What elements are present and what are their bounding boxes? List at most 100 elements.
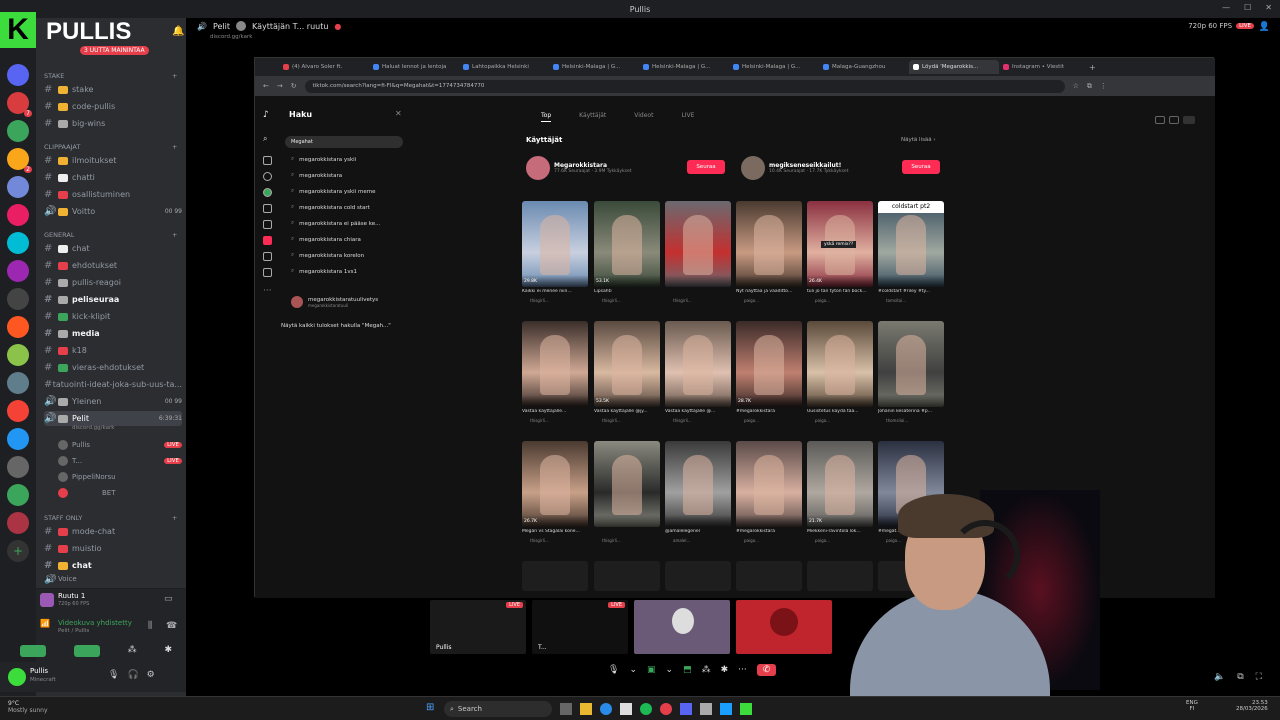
- chevron-down-icon[interactable]: ⌄: [629, 665, 637, 675]
- back-icon[interactable]: ←: [263, 82, 269, 90]
- maximize-icon[interactable]: ☐: [1244, 3, 1251, 12]
- video-card[interactable]: coldstart pt2: [878, 201, 944, 287]
- video-author[interactable]: tomsitai...: [886, 298, 952, 303]
- channel-chat[interactable]: # chat: [44, 241, 182, 256]
- language-indicator[interactable]: ENG FI: [1186, 700, 1198, 712]
- camera-icon[interactable]: ▣: [647, 665, 656, 675]
- more-icon[interactable]: ···: [263, 286, 272, 296]
- camera-button[interactable]: [19, 645, 46, 657]
- stream-thumb[interactable]: [736, 600, 832, 654]
- video-author[interactable]: thomsilai...: [886, 418, 952, 423]
- video-author[interactable]: paiga...: [744, 538, 810, 543]
- video-caption[interactable]: #megarokkistara: [736, 409, 802, 414]
- mic-icon[interactable]: 🎙: [108, 670, 119, 680]
- add-channel-icon[interactable]: +: [172, 514, 177, 522]
- search-suggestion[interactable]: ⌕ megarokkistara korelon: [291, 252, 364, 259]
- follow-button[interactable]: Seuraa: [687, 160, 725, 174]
- toggle-icon[interactable]: [1183, 116, 1195, 124]
- chevron-down-icon[interactable]: ⌄: [666, 665, 674, 675]
- voice-user[interactable]: Pullis LIVE: [58, 440, 182, 450]
- add-channel-icon[interactable]: +: [172, 72, 177, 80]
- video-author[interactable]: thisgirli...: [530, 538, 596, 543]
- browser-tab[interactable]: (4) Alvaro Soler ft.: [279, 60, 369, 74]
- activities-icon[interactable]: ⁂: [128, 645, 137, 657]
- channel-stake[interactable]: # stake: [44, 82, 182, 97]
- minimize-icon[interactable]: —: [1222, 3, 1230, 12]
- server-icon[interactable]: [7, 456, 29, 478]
- search-suggestion[interactable]: ⌕ megarokkistara chiara: [291, 236, 361, 243]
- server-icon[interactable]: [7, 120, 29, 142]
- explorer-icon[interactable]: [580, 703, 592, 715]
- video-card[interactable]: 53.1K: [594, 201, 660, 287]
- activities-icon[interactable]: ⁂: [702, 665, 711, 675]
- menu-icon[interactable]: ⋮: [1100, 82, 1107, 90]
- weather-widget[interactable]: 9°C Mostly sunny: [8, 700, 48, 714]
- server-icon[interactable]: [7, 372, 29, 394]
- new-mentions-badge[interactable]: 3 UUTTA MAININTAA: [80, 46, 149, 55]
- friends-icon[interactable]: [263, 204, 272, 213]
- live-icon[interactable]: [263, 220, 272, 229]
- video-card[interactable]: 53.5K: [594, 321, 660, 407]
- kick-icon[interactable]: [740, 703, 752, 715]
- explore-icon[interactable]: [263, 172, 272, 181]
- server-icon[interactable]: [7, 484, 29, 506]
- video-caption[interactable]: Johanin kesäterina #p...: [878, 409, 944, 414]
- video-author[interactable]: paiga...: [815, 298, 881, 303]
- start-icon[interactable]: ⊞: [426, 702, 434, 713]
- noise-icon[interactable]: ⫼: [148, 621, 152, 631]
- close-icon[interactable]: ✕: [1265, 3, 1272, 12]
- video-author[interactable]: thisgirli...: [673, 418, 739, 423]
- search-suggestion[interactable]: ⌕ megarokkistara: [291, 172, 342, 179]
- category-general[interactable]: GENERAL +: [44, 231, 177, 239]
- server-name[interactable]: PULLIS: [46, 18, 131, 46]
- video-card[interactable]: [807, 321, 873, 407]
- upload-icon[interactable]: [263, 268, 272, 277]
- tiktok-logo-icon[interactable]: ♪: [263, 110, 269, 120]
- toggle-icon[interactable]: [1169, 116, 1179, 124]
- server-icon[interactable]: [7, 260, 29, 282]
- category-staff-only[interactable]: STAFF ONLY +: [44, 514, 177, 522]
- tab-live[interactable]: LIVE: [681, 112, 694, 122]
- tab-users[interactable]: Käyttäjät: [579, 112, 606, 122]
- taskbar-search[interactable]: ⌕ Search: [444, 701, 552, 717]
- taskview-icon[interactable]: [560, 703, 572, 715]
- voice-channel-yleinen[interactable]: 🔊 Yleinen 00 99: [44, 394, 182, 409]
- channel-staff-chat[interactable]: # chat: [44, 558, 182, 573]
- tab-videos[interactable]: Videot: [634, 112, 653, 122]
- server-icon[interactable]: [7, 288, 29, 310]
- popout-icon[interactable]: ▭: [164, 594, 173, 604]
- soundboard-icon[interactable]: ✱: [721, 665, 729, 675]
- spotify-icon[interactable]: [640, 703, 652, 715]
- search-suggestion[interactable]: ⌕ megarokkistara 1vs1: [291, 268, 357, 275]
- clock[interactable]: 23.53 28/03/2026: [1236, 700, 1268, 712]
- soundboard-icon[interactable]: ✱: [165, 645, 173, 657]
- video-author[interactable]: thisgirli...: [530, 298, 596, 303]
- voice-user[interactable]: T... LIVE: [58, 456, 182, 466]
- stream-thumb[interactable]: LIVE Pullis: [430, 600, 526, 654]
- video-card[interactable]: [665, 441, 731, 527]
- browser-tab[interactable]: Helsinki-Malaga | G...: [639, 60, 729, 74]
- video-caption[interactable]: Lipsahti: [594, 289, 660, 294]
- share-screen-icon[interactable]: ⬒: [683, 665, 692, 675]
- messages-icon[interactable]: [263, 236, 272, 245]
- video-author[interactable]: amalel...: [673, 538, 739, 543]
- forward-icon[interactable]: →: [277, 82, 283, 90]
- browser-tab[interactable]: Helsinki-Malaga | G...: [729, 60, 819, 74]
- store-icon[interactable]: [620, 703, 632, 715]
- search-suggestion[interactable]: ⌕ megarokkistara ei pääse ke...: [291, 220, 380, 227]
- server-icon[interactable]: [7, 512, 29, 534]
- user-result[interactable]: megikseneseikkailut! 10.4K Seuraajat · 17…: [741, 156, 848, 180]
- suggested-account[interactable]: megarokkistaratuulivetys megarokkistaratu…: [291, 296, 378, 308]
- video-card[interactable]: 28.7K: [736, 321, 802, 407]
- video-caption[interactable]: Megan vs Stagalai kone...: [522, 529, 588, 534]
- bookmark-icon[interactable]: ☆: [1073, 82, 1079, 90]
- edge-icon[interactable]: [600, 703, 612, 715]
- show-all-results[interactable]: Näytä kaikki tulokset hakulla "Megah...": [281, 323, 391, 329]
- video-caption[interactable]: Kaikki ei menee niin...: [522, 289, 588, 294]
- add-channel-icon[interactable]: +: [172, 143, 177, 151]
- video-caption[interactable]: Vastaa käyttäjälle @jy...: [594, 409, 660, 414]
- video-caption[interactable]: #megarokkistara: [736, 529, 802, 534]
- video-card[interactable]: [736, 441, 802, 527]
- headset-icon[interactable]: 🎧: [127, 670, 138, 680]
- channel-media[interactable]: # media: [44, 326, 182, 341]
